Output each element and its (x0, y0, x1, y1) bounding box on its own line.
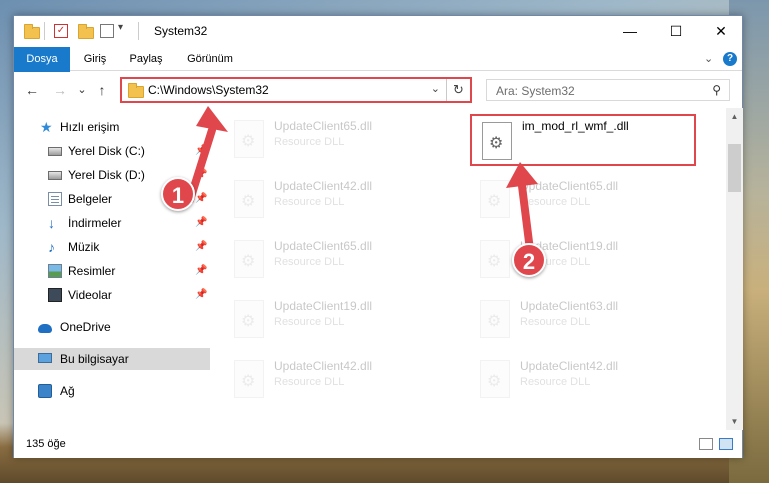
sidebar-item-label: Yerel Disk (D:) (68, 168, 145, 182)
file-type: Resource DLL (274, 256, 345, 268)
pin-icon[interactable]: 📌 (195, 284, 207, 306)
recent-locations-button[interactable]: ⌄ (72, 80, 92, 100)
file-explorer-window: ✓ ▾ System32 — ☐ ✕ Dosya Giriş Paylaş Gö… (13, 15, 743, 458)
details-view-icon[interactable] (699, 438, 713, 450)
customize-toolbar-icon[interactable] (100, 24, 114, 38)
sidebar-item-music[interactable]: ♪ Müzik 📌 (14, 236, 210, 258)
expand-ribbon-icon[interactable]: ⌄ (704, 47, 713, 71)
scroll-down-icon[interactable]: ▼ (726, 413, 743, 430)
item-count: 135 öğe (26, 438, 66, 450)
list-item[interactable]: UpdateClient65.dll Resource DLL (224, 234, 450, 286)
search-input[interactable]: Ara: System32 (496, 84, 575, 98)
sidebar-item-label: Ağ (60, 384, 75, 398)
tab-gorunum[interactable]: Görünüm (182, 47, 238, 71)
step-1-badge: 1 (161, 177, 195, 211)
tab-giris[interactable]: Giriş (76, 47, 114, 71)
toolbar-divider (44, 22, 45, 40)
sidebar-item-label: Belgeler (68, 192, 113, 206)
pin-icon[interactable]: 📌 (195, 236, 207, 258)
title-bar[interactable]: ✓ ▾ System32 — ☐ ✕ (14, 16, 742, 47)
list-item[interactable]: UpdateClient42.dll Resource DLL (224, 354, 450, 406)
step-2-badge: 2 (512, 243, 546, 277)
file-type: Resource DLL (274, 136, 345, 148)
folder-icon (128, 83, 144, 98)
scroll-thumb[interactable] (728, 144, 741, 192)
videos-icon (48, 288, 62, 302)
file-name: UpdateClient42.dll (274, 359, 373, 373)
ribbon-tabs: Dosya Giriş Paylaş Görünüm ⌄ ? (14, 47, 742, 99)
sidebar-item-this-pc[interactable]: Bu bilgisayar (14, 348, 210, 370)
music-icon: ♪ (48, 239, 55, 255)
sidebar-item-label: Yerel Disk (C:) (68, 144, 145, 158)
dll-file-icon (482, 122, 512, 160)
onedrive-icon (38, 324, 52, 333)
sidebar-item-videos[interactable]: Videolar 📌 (14, 284, 210, 306)
sidebar-item-label: Resimler (68, 264, 116, 278)
qat-dropdown-icon[interactable]: ▾ (118, 22, 123, 38)
tab-paylas[interactable]: Paylaş (124, 47, 168, 71)
navigation-bar: ← → ⌄ ↑ C:\Windows\System32 ⌄ ↻ Ara: Sys… (14, 72, 742, 108)
file-name: UpdateClient42.dll (274, 179, 373, 193)
toolbar-divider (138, 22, 139, 40)
refresh-button[interactable]: ↻ (446, 79, 470, 101)
downloads-icon: ↓ (48, 215, 55, 231)
file-name: im_mod_rl_wmf_.dll (522, 119, 629, 133)
dll-file-icon (480, 360, 510, 398)
forward-button[interactable]: → (50, 80, 70, 100)
properties-icon[interactable]: ✓ (54, 24, 68, 38)
file-name: UpdateClient19.dll (274, 299, 373, 313)
scroll-up-icon[interactable]: ▲ (726, 108, 743, 125)
dll-file-icon (480, 300, 510, 338)
sidebar-item-network[interactable]: Ağ (14, 380, 210, 402)
pictures-icon (48, 264, 62, 278)
list-item[interactable]: UpdateClient63.dll Resource DLL (470, 294, 696, 346)
sidebar-item-label: Müzik (68, 240, 100, 254)
file-name: UpdateClient42.dll (520, 359, 619, 373)
file-name: UpdateClient65.dll (274, 239, 373, 253)
dll-file-icon (234, 360, 264, 398)
file-name: UpdateClient65.dll (274, 119, 373, 133)
minimize-button[interactable]: — (607, 16, 653, 47)
large-icons-view-icon[interactable] (719, 438, 733, 450)
file-list: UpdateClient65.dll Resource DLL UpdateCl… (210, 108, 726, 430)
network-icon (38, 384, 52, 398)
this-pc-icon (38, 353, 52, 363)
sidebar-item-pictures[interactable]: Resimler 📌 (14, 260, 210, 282)
window-title: System32 (154, 24, 208, 38)
file-type: Resource DLL (274, 316, 345, 328)
sidebar-item-label: Videolar (68, 288, 112, 302)
vertical-scrollbar[interactable]: ▲ ▼ (726, 108, 743, 430)
sidebar-item-onedrive[interactable]: OneDrive (14, 316, 210, 338)
dll-file-icon (234, 240, 264, 278)
search-icon[interactable]: ⚲ (712, 83, 721, 97)
folder-icon (24, 24, 40, 39)
up-button[interactable]: ↑ (92, 80, 112, 100)
star-icon: ★ (40, 119, 53, 135)
file-type: Resource DLL (274, 196, 345, 208)
target-dll-file[interactable]: im_mod_rl_wmf_.dll (470, 114, 696, 166)
sidebar-item-label: Hızlı erişim (60, 120, 120, 134)
search-box[interactable]: Ara: System32 ⚲ (486, 79, 730, 101)
sidebar-item-label: İndirmeler (68, 216, 122, 230)
status-bar: 135 öğe (14, 430, 742, 458)
list-item[interactable]: UpdateClient19.dll Resource DLL (224, 294, 450, 346)
close-button[interactable]: ✕ (698, 16, 744, 47)
file-name: UpdateClient63.dll (520, 299, 619, 313)
maximize-button[interactable]: ☐ (653, 16, 699, 47)
drive-icon (48, 147, 62, 156)
sidebar-item-label: Bu bilgisayar (60, 352, 129, 366)
new-folder-icon[interactable] (78, 24, 94, 39)
documents-icon (48, 192, 62, 206)
sidebar-item-label: OneDrive (60, 320, 111, 334)
file-type: Resource DLL (520, 376, 591, 388)
drive-icon (48, 171, 62, 180)
address-dropdown-icon[interactable]: ⌄ (431, 82, 440, 95)
dll-file-icon (234, 300, 264, 338)
back-button[interactable]: ← (22, 80, 42, 100)
list-item[interactable]: UpdateClient42.dll Resource DLL (470, 354, 696, 406)
help-icon[interactable]: ? (723, 52, 737, 66)
file-type: Resource DLL (520, 316, 591, 328)
pin-icon[interactable]: 📌 (195, 260, 207, 282)
file-type: Resource DLL (274, 376, 345, 388)
